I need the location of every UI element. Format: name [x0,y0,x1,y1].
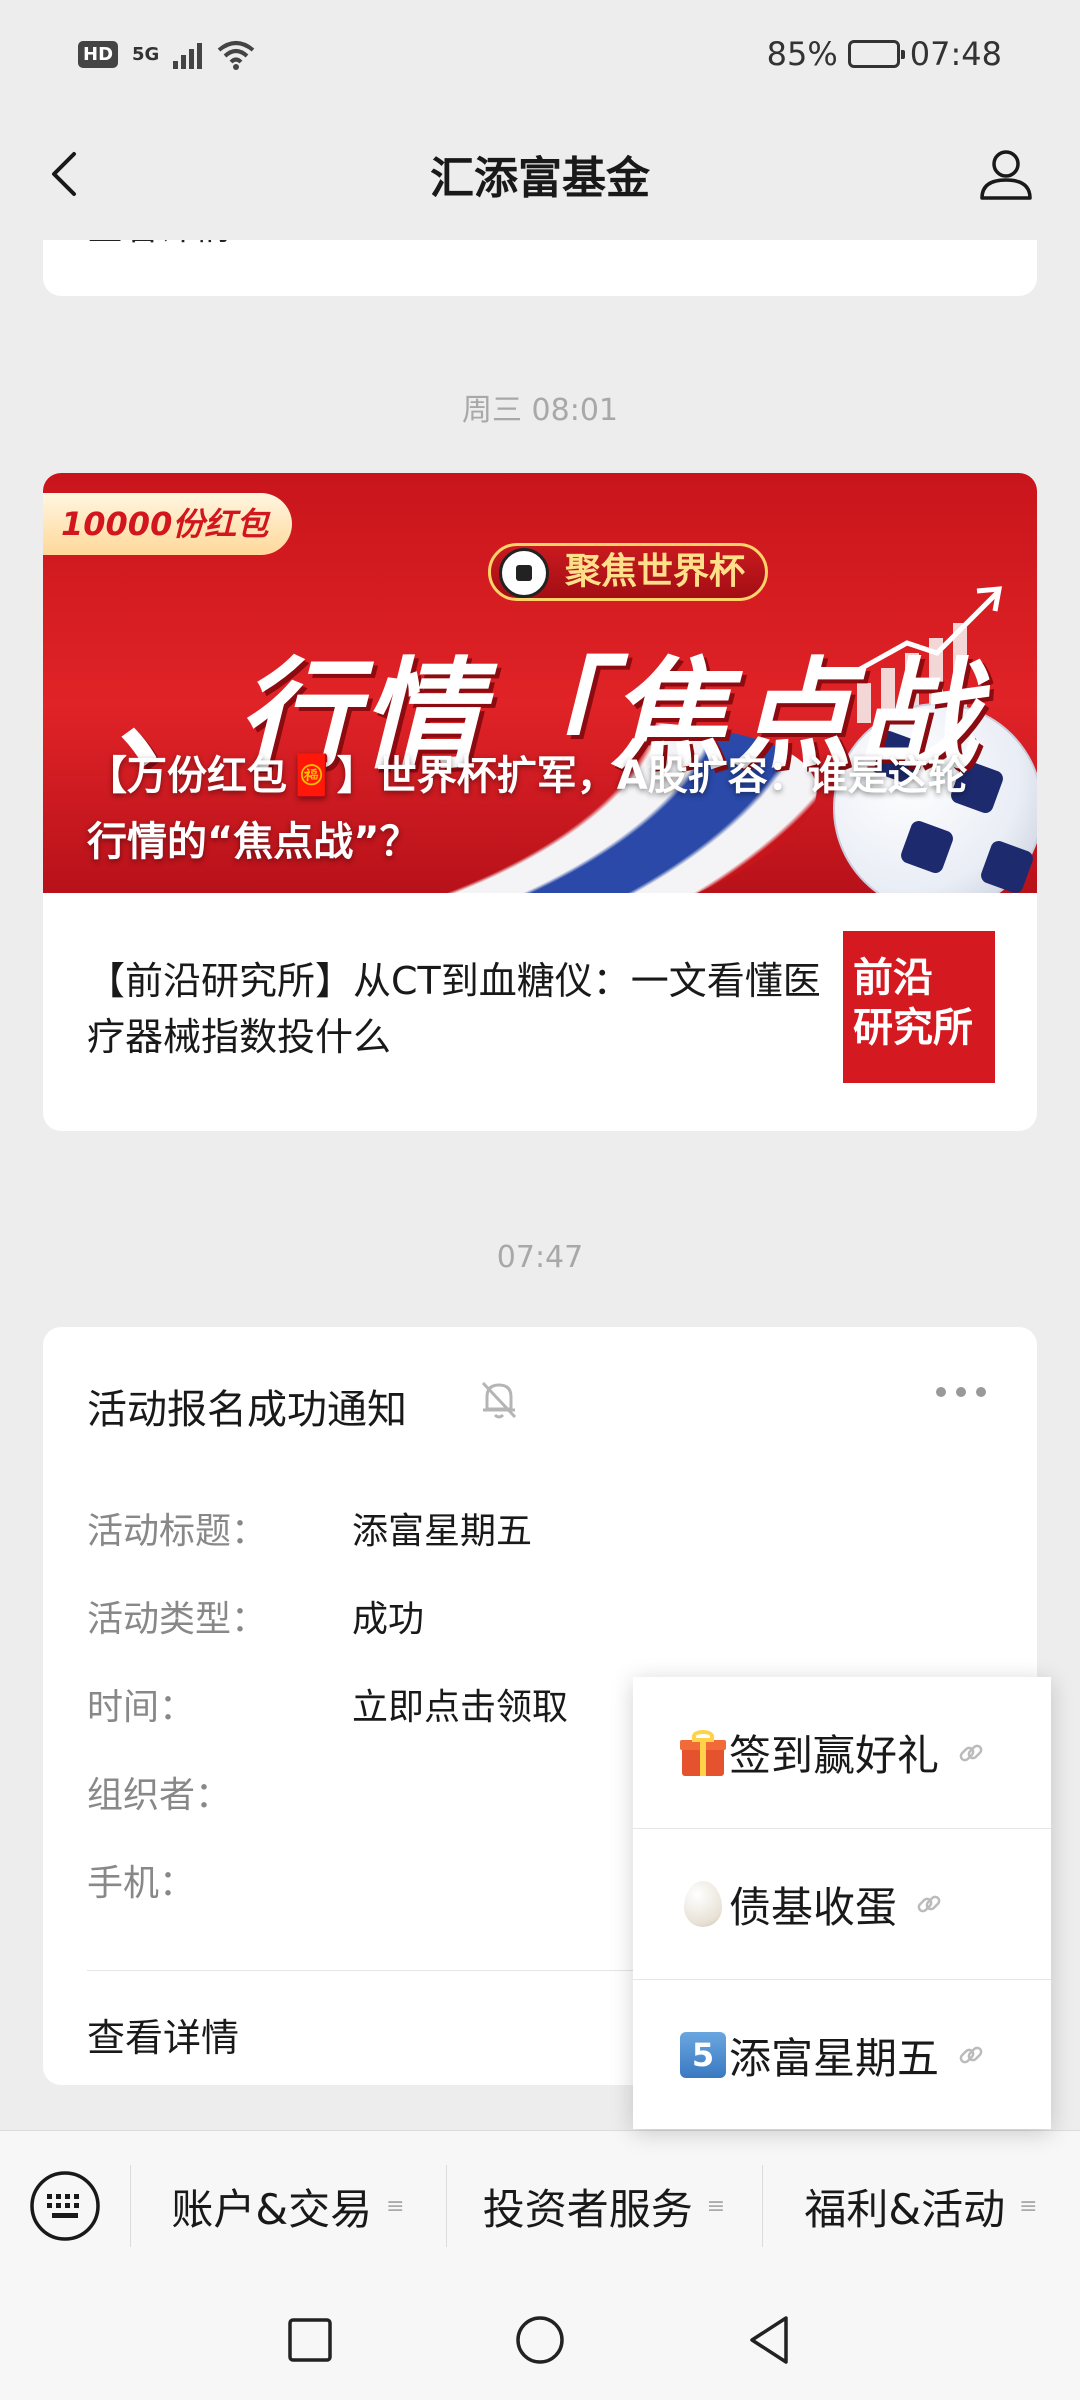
submenu-item-friday[interactable]: 5 添富星期五 [633,1979,1051,2130]
field-label: 组织者： [87,1775,232,1816]
field-value: 立即点击领取 [352,1687,569,1728]
timestamp: 07:47 [496,1240,584,1275]
back-arrow-icon[interactable] [40,148,92,200]
egg-icon [677,1878,729,1930]
field-phone: 手机： [87,1854,352,1906]
signal-icon [173,39,203,69]
field-label: 活动类型： [87,1599,268,1640]
wifi-icon [218,41,255,70]
menu-lines-icon: ≡ [386,2193,405,2219]
submenu-popup: 签到赢好礼 债基收蛋 5 添富星期五 [633,1677,1051,2129]
news-list-item[interactable]: 【前沿研究所】从CT到血糖仪：一文看懂医疗器械指数投什么 前沿 研究所 [43,893,1037,1131]
bell-muted-icon [481,1381,517,1419]
user-profile-icon[interactable] [976,144,1036,204]
view-details-link[interactable]: 查看详情 [87,2007,239,2062]
page-title: 汇添富基金 [430,153,650,204]
status-right: 85% 07:48 [767,35,1002,73]
status-bar: HD 5G 85% 07:48 [0,0,1080,108]
news-item-title[interactable]: 【前沿研究所】从CT到血糖仪：一文看懂医疗器械指数投什么 [87,953,847,1065]
home-icon[interactable] [510,2310,570,2370]
notification-title: 活动报名成功通知 [87,1387,407,1433]
menu-lines-icon: ≡ [1019,2193,1038,2219]
nav-bar: 汇添富基金 [0,108,1080,240]
menu-item-label: 福利&活动 [804,2184,1006,2234]
more-options-icon[interactable] [936,1387,996,1407]
timestamp: 周三 08:01 [462,393,618,428]
field-activity-type: 活动类型： 成功 [87,1590,424,1642]
submenu-item-label: 债基收蛋 [729,1882,898,1932]
link-icon [959,2046,983,2064]
red-packet-tag: 10000份红包 [43,493,293,555]
news-card[interactable]: 10000份红包 聚焦世界杯 、行情「焦点战 【万份红包🧧】世界杯扩军，A股扩容… [43,473,1037,1131]
clock: 07:48 [909,35,1002,73]
world-cup-tag-label: 聚焦世界杯 [565,551,746,592]
gift-icon [677,1727,729,1779]
keyboard-icon[interactable] [28,2169,102,2243]
menu-lines-icon: ≡ [706,2193,726,2219]
menu-benefits-activities[interactable]: 福利&活动 ≡ [762,2131,1080,2281]
field-organizer: 组织者： [87,1766,352,1818]
network-label: 5G [132,43,160,65]
previous-card-detail-link[interactable]: 查看详情 [87,240,231,250]
system-navigation-bar [0,2280,1080,2400]
field-activity-title: 活动标题： 添富星期五 [87,1502,532,1554]
submenu-item-checkin[interactable]: 签到赢好礼 [633,1677,1051,1828]
hd-badge: HD [78,40,119,68]
back-triangle-icon[interactable] [740,2310,800,2370]
link-icon [917,1895,941,1913]
submenu-item-label: 添富星期五 [729,2033,940,2083]
thumbnail-line-1: 前沿 [853,955,933,1001]
news-headline[interactable]: 【万份红包🧧】世界杯扩军，A股扩容：谁是这轮行情的“焦点战”？ [87,743,987,875]
thumbnail-line-2: 研究所 [853,1005,973,1051]
submenu-item-label: 签到赢好礼 [729,1731,940,1780]
recent-apps-icon[interactable] [280,2310,340,2370]
status-left: HD 5G [78,38,256,70]
news-thumbnail: 前沿 研究所 [843,931,995,1083]
battery-icon [847,40,905,68]
official-account-menu-bar: 账户&交易 ≡ 投资者服务 ≡ 福利&活动 ≡ [0,2130,1080,2280]
menu-item-label: 投资者服务 [482,2184,693,2234]
menu-investor-service[interactable]: 投资者服务 ≡ [446,2131,762,2281]
menu-item-label: 账户&交易 [171,2184,373,2234]
field-value: 成功 [352,1599,425,1640]
world-cup-tag: 聚焦世界杯 [488,543,769,601]
field-value: 添富星期五 [352,1511,533,1552]
keycap-five-icon: 5 [677,2029,729,2081]
field-label: 手机： [87,1863,196,1904]
battery-percent: 85% [766,35,838,73]
submenu-item-bond-eggs[interactable]: 债基收蛋 [633,1828,1051,1979]
field-time: 时间： 立即点击领取 [87,1678,568,1730]
field-label: 活动标题： [87,1511,268,1552]
field-label: 时间： [87,1687,196,1728]
soccer-ball-icon [499,548,549,598]
previous-message-card[interactable]: 查看详情 [43,240,1037,296]
news-banner[interactable]: 10000份红包 聚焦世界杯 、行情「焦点战 【万份红包🧧】世界杯扩军，A股扩容… [43,473,1037,893]
menu-account-trade[interactable]: 账户&交易 ≡ [130,2131,446,2281]
link-icon [959,1744,983,1761]
